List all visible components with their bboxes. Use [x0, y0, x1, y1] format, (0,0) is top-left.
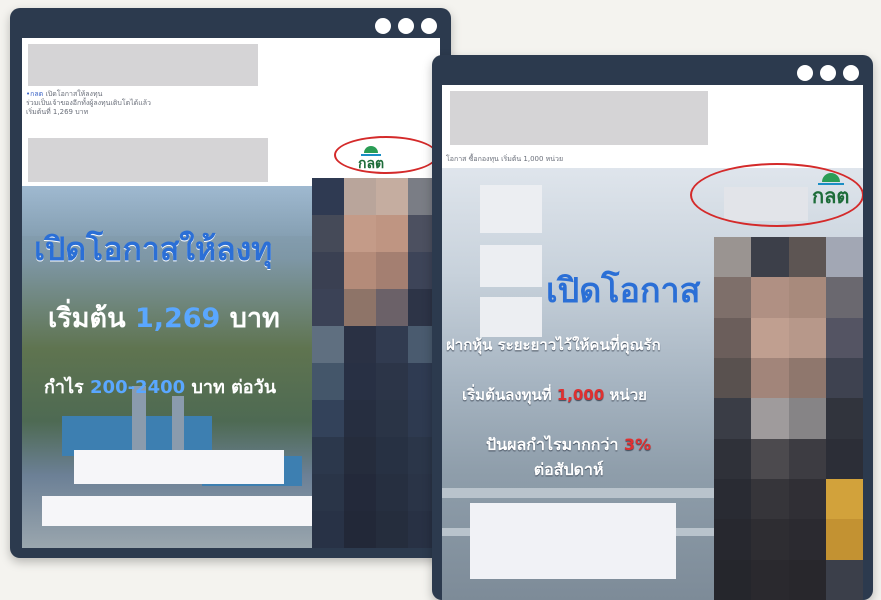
- redacted-block: [74, 450, 284, 484]
- pixelated-person: [714, 237, 863, 600]
- redacted-block: [480, 185, 542, 233]
- left-ad-content: •กลต เปิดโอกาสให้ลงทุน ร่วมเป็นเจ้าของอี…: [22, 38, 440, 548]
- redacted-block: [480, 297, 542, 337]
- redacted-block: [470, 503, 676, 579]
- right-ad-window: โอกาส ซื้อกองทุน เริ่มต้น 1,000 หน่วย กล…: [432, 55, 873, 600]
- profit-value: 200-2400: [90, 377, 186, 398]
- window-dot-icon[interactable]: [375, 18, 391, 34]
- redacted-profile-block: [28, 44, 258, 86]
- ad-caption: •กลต เปิดโอกาสให้ลงทุน ร่วมเป็นเจ้าของอี…: [26, 90, 151, 117]
- caption-line: เปิดโอกาสให้ลงทุน: [45, 90, 103, 98]
- red-circle-annotation: [334, 136, 438, 174]
- redacted-block: [480, 245, 542, 287]
- window-dot-icon[interactable]: [843, 65, 859, 81]
- window-dot-icon[interactable]: [398, 18, 414, 34]
- ad-headline: เปิดโอกาสให้ลงทุ: [34, 230, 273, 268]
- left-ad-window: •กลต เปิดโอกาสให้ลงทุน ร่วมเป็นเจ้าของอี…: [10, 8, 451, 558]
- ad-subline: ฝากหุ้น ระยะยาวไว้ให้คนที่คุณรัก: [446, 336, 661, 354]
- caption-line: เริ่มต้นที่ 1,269 บาท: [26, 108, 89, 116]
- dividend-value: 3%: [624, 435, 652, 454]
- chimney: [172, 396, 184, 456]
- ad-caption: โอกาส ซื้อกองทุน เริ่มต้น 1,000 หน่วย: [446, 155, 564, 163]
- price-value: 1,269: [134, 303, 221, 334]
- window-dot-icon[interactable]: [820, 65, 836, 81]
- redacted-profile-block: [450, 91, 708, 145]
- dividend-line: ปันผลกำไรมากกว่า 3% ต่อสัปดาห์: [486, 435, 652, 479]
- advertiser-link[interactable]: •กลต: [26, 90, 43, 98]
- start-line: เริ่มต้นลงทุนที่ 1,000 หน่วย: [462, 386, 647, 404]
- pixelated-person: [312, 178, 440, 548]
- caption-line: ร่วมเป็นเจ้าของอีกทั้งผู้ลงทุนเติบโตได้แ…: [26, 99, 151, 107]
- window-dot-icon[interactable]: [797, 65, 813, 81]
- window-controls: [375, 18, 437, 34]
- start-value: 1,000: [556, 386, 605, 404]
- window-dot-icon[interactable]: [421, 18, 437, 34]
- right-ad-content: โอกาส ซื้อกองทุน เริ่มต้น 1,000 หน่วย กล…: [442, 85, 863, 600]
- redacted-block: [42, 496, 316, 526]
- redacted-block: [28, 138, 268, 182]
- window-controls: [797, 65, 859, 81]
- price-line: เริ่มต้น 1,269 บาท: [48, 303, 280, 334]
- ad-headline: เปิดโอกาส: [546, 271, 701, 311]
- red-circle-annotation: [690, 163, 863, 227]
- profit-line: กำไร 200-2400 บาท ต่อวัน: [44, 377, 277, 398]
